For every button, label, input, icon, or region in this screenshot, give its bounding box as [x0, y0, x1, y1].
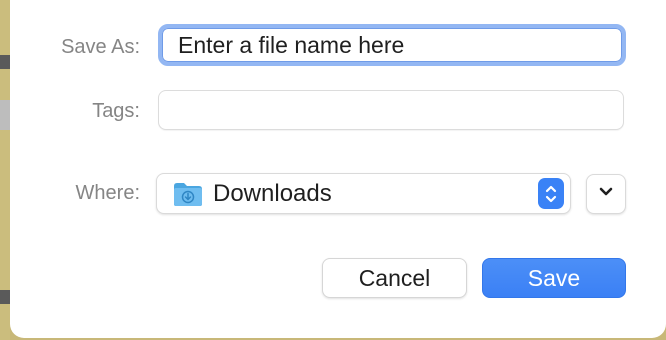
location-select[interactable]: Downloads — [156, 173, 571, 214]
background-divider — [0, 100, 10, 130]
save-dialog: Save As: Tags: Where: Downloads C — [10, 0, 666, 338]
up-down-chevron-icon — [538, 178, 564, 209]
chevron-down-icon — [598, 185, 614, 203]
background-divider — [0, 290, 10, 304]
location-value: Downloads — [213, 179, 332, 207]
background-window-edge — [0, 0, 10, 340]
save-button[interactable]: Save — [482, 258, 626, 298]
background-divider — [0, 55, 10, 69]
tags-input[interactable] — [158, 90, 624, 130]
downloads-folder-icon — [173, 181, 203, 207]
tags-label: Tags: — [92, 100, 140, 122]
where-label: Where: — [75, 182, 140, 204]
cancel-button[interactable]: Cancel — [322, 258, 467, 298]
save-as-label: Save As: — [61, 36, 140, 58]
filename-input[interactable] — [158, 24, 626, 66]
expand-dialog-button[interactable] — [586, 174, 626, 214]
